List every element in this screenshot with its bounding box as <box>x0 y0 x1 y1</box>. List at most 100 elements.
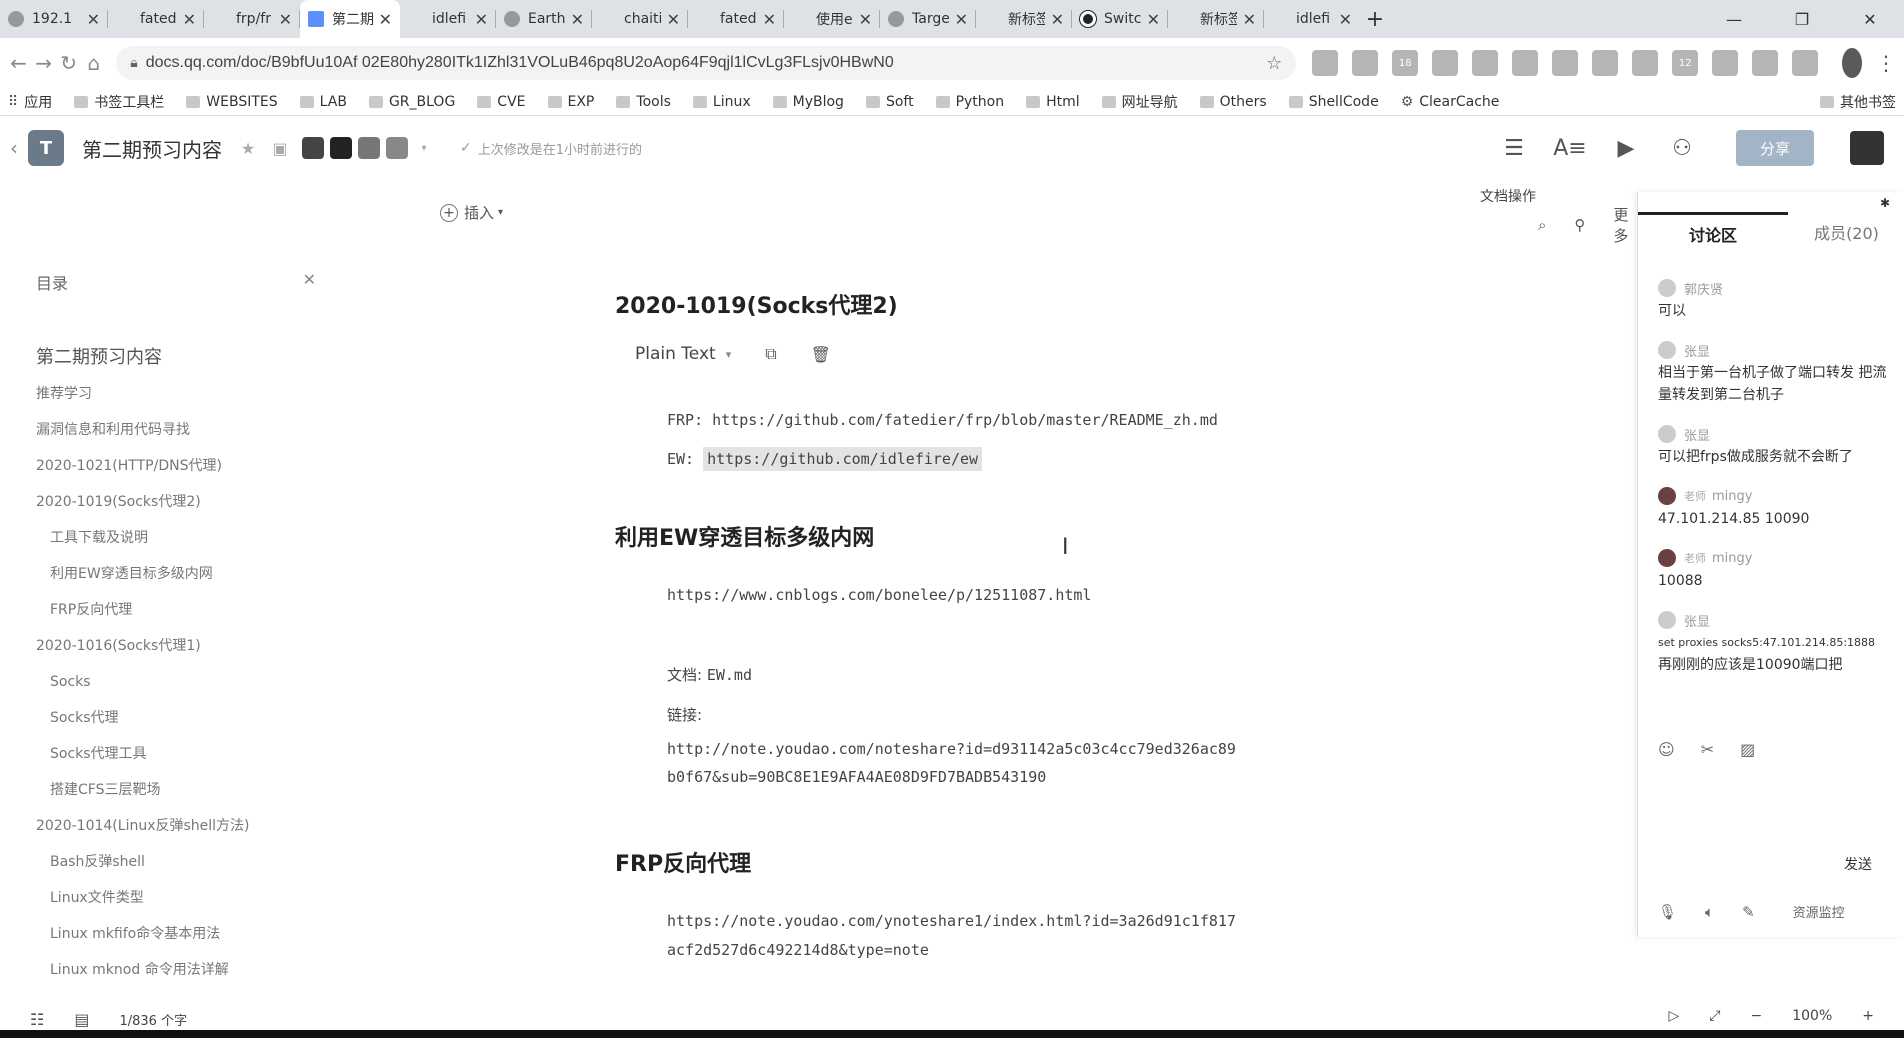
more-button[interactable]: 更多 <box>1613 204 1640 246</box>
bookmark-folder[interactable]: Tools <box>616 94 671 110</box>
chevron-down-icon[interactable]: ▾ <box>414 138 434 158</box>
extension-icon[interactable] <box>1432 50 1459 76</box>
speaker-icon[interactable]: 🔈︎ <box>1705 903 1714 921</box>
close-window-button[interactable]: ✕ <box>1836 0 1904 38</box>
microphone-icon[interactable]: 🎙︎ <box>1658 903 1677 921</box>
outline-item[interactable]: 推荐学习 <box>36 376 326 412</box>
play-circle-icon[interactable]: ▶ <box>1608 130 1644 166</box>
search-icon[interactable]: ⌕ <box>1538 216 1546 234</box>
close-icon[interactable]: ✕ <box>763 10 776 29</box>
outline-item[interactable]: 2020-1016(Socks代理1) <box>36 628 326 664</box>
link-text[interactable]: acf2d527d6c492214d8&type=note <box>667 941 929 959</box>
bookmark-folder[interactable]: Linux <box>692 94 751 110</box>
extension-icon[interactable]: 12 <box>1672 50 1699 76</box>
bookmark-star-icon[interactable]: ☆ <box>1266 53 1282 74</box>
browser-tab[interactable]: Targe ✕ <box>880 0 976 38</box>
bookmark-folder[interactable]: Python <box>935 94 1004 110</box>
browser-tab[interactable]: chaiti ✕ <box>592 0 688 38</box>
browser-tab[interactable]: 新标签页✕ <box>976 0 1072 38</box>
outline-item[interactable]: 2020-1021(HTTP/DNS代理) <box>36 448 326 484</box>
close-icon[interactable]: ✕ <box>1051 10 1064 29</box>
selected-link[interactable]: https://github.com/idlefire/ew <box>703 447 983 471</box>
bookmark-folder[interactable]: Html <box>1026 94 1080 110</box>
browser-tab[interactable]: Earth ✕ <box>496 0 592 38</box>
collaborator-avatar[interactable] <box>302 137 324 159</box>
send-button[interactable]: 发送 <box>1844 854 1872 874</box>
play-icon[interactable]: ▷ <box>1669 1008 1680 1024</box>
bookmark-folder[interactable]: 网址导航 <box>1101 92 1178 112</box>
insert-button[interactable]: + 插入 ▾ <box>440 202 503 223</box>
share-button[interactable]: 分享 <box>1736 130 1814 166</box>
extension-icon[interactable] <box>1792 50 1819 76</box>
browser-tab[interactable]: frp/fr ✕ <box>204 0 300 38</box>
doc-title[interactable]: 第二期预习内容 <box>82 134 222 163</box>
outline-item[interactable]: FRP反向代理 <box>36 592 326 628</box>
collaborator-avatar[interactable] <box>358 137 380 159</box>
outline-toggle-icon[interactable]: ☷ <box>30 1010 44 1029</box>
reload-icon[interactable]: ↻ <box>58 47 79 79</box>
close-icon[interactable]: ✕ <box>183 10 196 29</box>
outline-item[interactable]: Linux mkfifo命令基本用法 <box>36 916 326 952</box>
bookmark-folder[interactable]: GR_BLOG <box>368 94 455 110</box>
close-icon[interactable]: ✕ <box>303 270 316 294</box>
location-icon[interactable]: ⚲ <box>1574 216 1585 234</box>
browser-tab[interactable]: 新标签页✕ <box>1168 0 1264 38</box>
extension-icon[interactable]: 18 <box>1392 50 1419 76</box>
outline-item[interactable]: 第二期预习内容 <box>36 340 326 376</box>
outline-item[interactable]: Linux文件类型 <box>36 880 326 916</box>
outline-item[interactable]: Socks代理 <box>36 700 326 736</box>
home-icon[interactable]: ⌂ <box>83 47 104 79</box>
image-icon[interactable]: ▨ <box>1740 740 1755 759</box>
outline-item[interactable]: Linux mknod 命令用法详解 <box>36 952 326 988</box>
close-icon[interactable]: ✕ <box>279 10 292 29</box>
browser-tab[interactable]: idlefi ✕ <box>1264 0 1360 38</box>
copy-icon[interactable]: ⧉ <box>765 344 776 364</box>
outline-item[interactable]: 2020-1014(Linux反弹shell方法) <box>36 808 326 844</box>
extension-icon[interactable] <box>1552 50 1579 76</box>
kebab-menu-icon[interactable]: ⋮ <box>1876 51 1896 75</box>
bookmark-folder[interactable]: Soft <box>865 94 914 110</box>
pin-icon[interactable]: ✱ <box>1880 196 1890 210</box>
browser-tab-active[interactable]: 第二期 ✕ <box>300 0 400 38</box>
trash-icon[interactable]: 🗑︎ <box>811 345 831 364</box>
close-icon[interactable]: ✕ <box>955 10 968 29</box>
extension-icon[interactable] <box>1632 50 1659 76</box>
extension-icon[interactable] <box>1592 50 1619 76</box>
browser-tab[interactable]: 192.1 ✕ <box>0 0 108 38</box>
text-format-icon[interactable]: A≡ <box>1552 130 1588 166</box>
folder-move-icon[interactable]: ▣ <box>270 138 290 158</box>
extension-icon[interactable] <box>1472 50 1499 76</box>
outline-item[interactable]: Bash反弹shell <box>36 844 326 880</box>
collaborator-avatar[interactable] <box>330 137 352 159</box>
fit-screen-icon[interactable]: ⤢ <box>1709 1008 1720 1024</box>
outline-item[interactable]: Socks <box>36 664 326 700</box>
close-icon[interactable]: ✕ <box>87 10 100 29</box>
restore-button[interactable]: ❐ <box>1768 0 1836 38</box>
close-icon[interactable]: ✕ <box>1147 10 1160 29</box>
browser-tab[interactable]: fated ✕ <box>688 0 784 38</box>
bookmark-clearcache[interactable]: ⚙ ClearCache <box>1401 94 1500 110</box>
pen-off-icon[interactable]: ✎ <box>1742 903 1755 921</box>
tab-members[interactable]: 成员(20) <box>1788 212 1904 252</box>
page-icon[interactable]: ▤ <box>74 1010 89 1029</box>
bookmark-folder[interactable]: LAB <box>299 94 347 110</box>
close-icon[interactable]: ✕ <box>859 10 872 29</box>
tab-discussion[interactable]: 讨论区 <box>1638 212 1788 252</box>
outline-item[interactable]: 搭建CFS三层靶场 <box>36 772 326 808</box>
add-collaborator-icon[interactable]: ⚇ <box>1664 130 1700 166</box>
address-bar[interactable]: 🔒︎ docs.qq.com/doc/B9bfUu10Af 02E80hy280… <box>116 46 1297 80</box>
extension-icon[interactable] <box>1352 50 1379 76</box>
back-icon[interactable]: ← <box>8 47 29 79</box>
bookmark-folder[interactable]: CVE <box>477 94 526 110</box>
close-icon[interactable]: ✕ <box>475 10 488 29</box>
star-icon[interactable]: ★ <box>238 138 258 158</box>
bookmark-folder[interactable]: ShellCode <box>1288 94 1379 110</box>
close-icon[interactable]: ✕ <box>1339 10 1352 29</box>
scissors-icon[interactable]: ✂ <box>1701 740 1714 759</box>
code-language-select[interactable]: Plain Text <box>635 344 716 364</box>
outline-item[interactable]: 2020-1019(Socks代理2) <box>36 484 326 520</box>
new-tab-button[interactable]: + <box>1360 0 1390 38</box>
chevron-left-icon[interactable]: ‹ <box>10 136 18 160</box>
user-avatar[interactable] <box>1850 131 1884 165</box>
collaborator-avatar[interactable] <box>386 137 408 159</box>
